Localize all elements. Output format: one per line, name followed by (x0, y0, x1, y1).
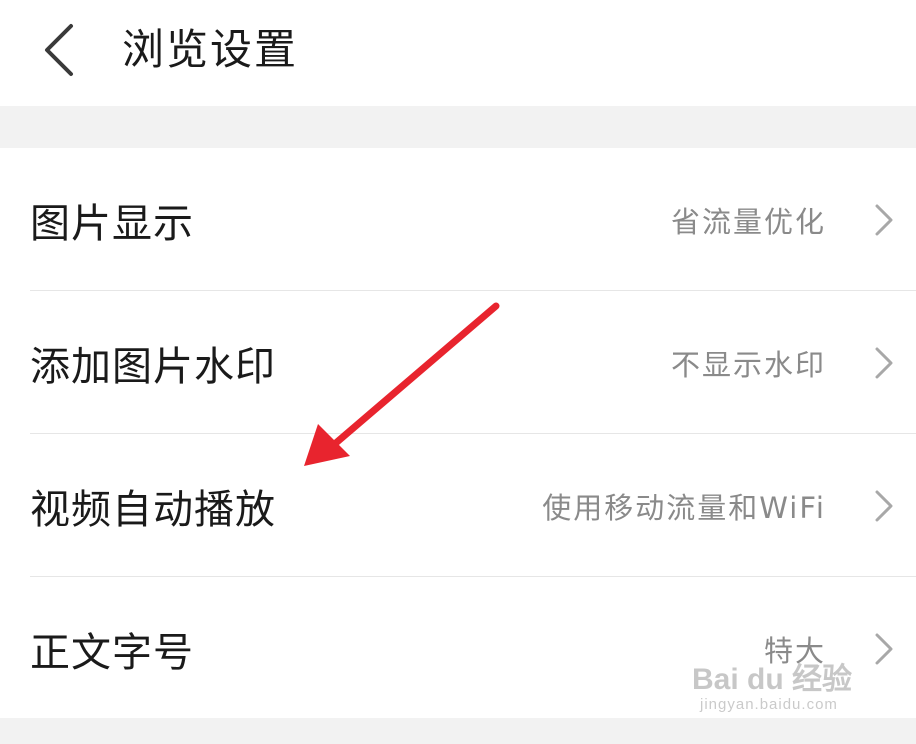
chevron-right-icon (872, 486, 896, 526)
setting-label: 添加图片水印 (30, 343, 276, 390)
chevron-right-icon (872, 629, 896, 669)
chevron-right-icon (872, 200, 896, 240)
back-button[interactable] (28, 14, 88, 86)
setting-label: 图片显示 (30, 200, 194, 247)
setting-row-video-autoplay[interactable]: 视频自动播放 使用移动流量和WiFi (0, 434, 916, 577)
chevron-right-icon (872, 343, 896, 383)
setting-label: 视频自动播放 (30, 486, 276, 533)
setting-value: 使用移动流量和WiFi (542, 490, 826, 525)
watermark-url: jingyan.baidu.com (700, 696, 838, 713)
setting-value: 省流量优化 (670, 204, 826, 239)
setting-value: 不显示水印 (670, 347, 826, 382)
header-bar: 浏览设置 (0, 0, 916, 106)
chevron-left-icon (45, 24, 73, 76)
section-separator (0, 106, 916, 148)
watermark-logo: Bai du 经验 (692, 663, 853, 696)
page-title: 浏览设置 (122, 25, 299, 74)
baidu-jingyan-watermark: Bai du 经验 jingyan.baidu.com (692, 654, 872, 716)
setting-row-image-watermark[interactable]: 添加图片水印 不显示水印 (0, 291, 916, 434)
bottom-separator (0, 718, 916, 744)
setting-label: 正文字号 (30, 629, 194, 676)
browse-settings-screen: 浏览设置 图片显示 省流量优化 添加图片水印 不显示水印 视频自动播放 使用移动… (0, 0, 916, 744)
settings-list: 图片显示 省流量优化 添加图片水印 不显示水印 视频自动播放 使用移动流量和Wi… (0, 148, 916, 720)
setting-row-image-display[interactable]: 图片显示 省流量优化 (0, 148, 916, 291)
